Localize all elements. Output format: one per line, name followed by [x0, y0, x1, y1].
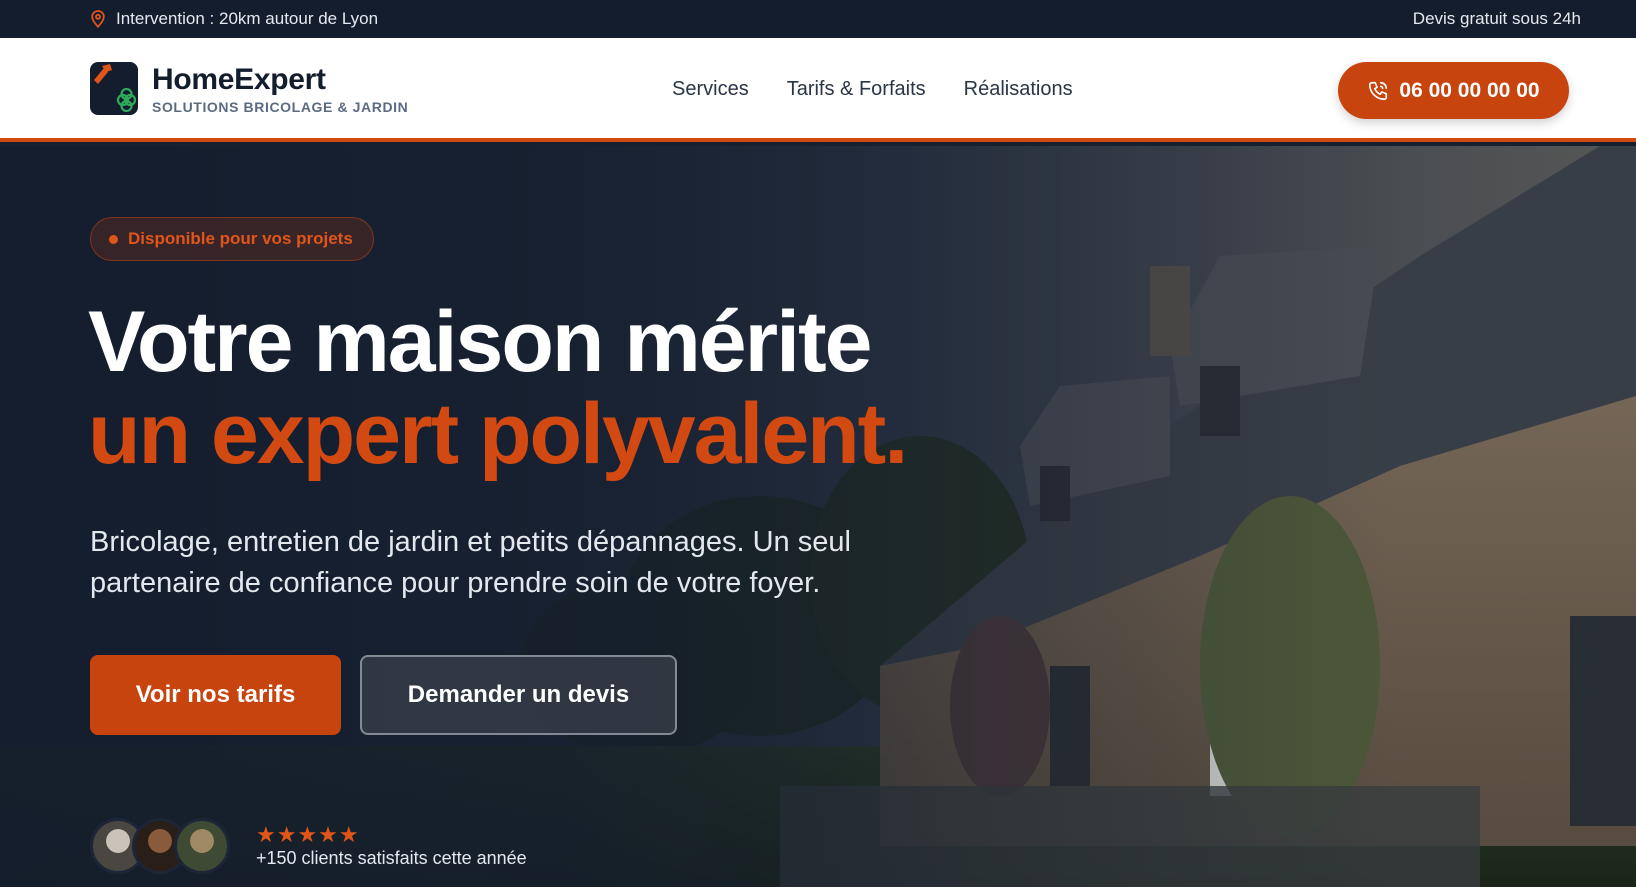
- free-quote-text: Devis gratuit sous 24h: [1412, 9, 1581, 28]
- map-pin-icon: [91, 10, 105, 28]
- top-info-bar: Intervention : 20km autour de Lyon Devis…: [0, 0, 1636, 38]
- hero-title-line2: un expert polyvalent.: [88, 386, 908, 482]
- avatar: [174, 818, 230, 874]
- social-proof-text: +150 clients satisfaits cette année: [256, 847, 527, 868]
- brand-name: HomeExpert: [152, 62, 326, 96]
- phone-icon: [1369, 81, 1388, 100]
- rating-block: ★★★★★ +150 clients satisfaits cette anné…: [256, 821, 527, 869]
- main-nav: Services Tarifs & Forfaits Réalisations: [672, 78, 1073, 101]
- hero-section: Disponible pour vos projets Votre maison…: [0, 146, 1636, 887]
- customer-avatars: [90, 818, 230, 874]
- service-area-text: Intervention : 20km autour de Lyon: [116, 9, 379, 28]
- nav-link-tarifs[interactable]: Tarifs & Forfaits: [787, 78, 926, 101]
- service-area: Intervention : 20km autour de Lyon: [90, 9, 378, 29]
- star-rating-icon: ★★★★★: [256, 821, 360, 847]
- brand-tagline: SOLUTIONS BRICOLAGE & JARDIN: [152, 98, 409, 115]
- site-header: HomeExpert SOLUTIONS BRICOLAGE & JARDIN …: [0, 38, 1636, 142]
- phone-call-button[interactable]: 06 00 00 00 00: [1338, 62, 1569, 119]
- nav-link-services[interactable]: Services: [672, 78, 749, 101]
- request-quote-button[interactable]: Demander un devis: [360, 655, 677, 735]
- social-proof: ★★★★★ +150 clients satisfaits cette anné…: [90, 818, 527, 874]
- nav-link-realisations[interactable]: Réalisations: [964, 78, 1073, 101]
- hero-title-line1: Votre maison mérite: [88, 294, 872, 390]
- availability-badge: Disponible pour vos projets: [90, 217, 374, 261]
- availability-badge-text: Disponible pour vos projets: [128, 229, 353, 248]
- brand-logo-icon: [90, 62, 138, 115]
- phone-number: 06 00 00 00 00: [1399, 78, 1540, 102]
- brand-text: HomeExpert SOLUTIONS BRICOLAGE & JARDIN: [152, 63, 408, 115]
- brand-logo-link[interactable]: HomeExpert SOLUTIONS BRICOLAGE & JARDIN: [90, 62, 408, 115]
- see-prices-button[interactable]: Voir nos tarifs: [90, 655, 341, 735]
- status-dot-icon: [109, 234, 118, 244]
- hero-subtitle: Bricolage, entretien de jardin et petits…: [90, 526, 851, 599]
- hero-title: Votre maison mérite un expert polyvalent…: [88, 294, 908, 482]
